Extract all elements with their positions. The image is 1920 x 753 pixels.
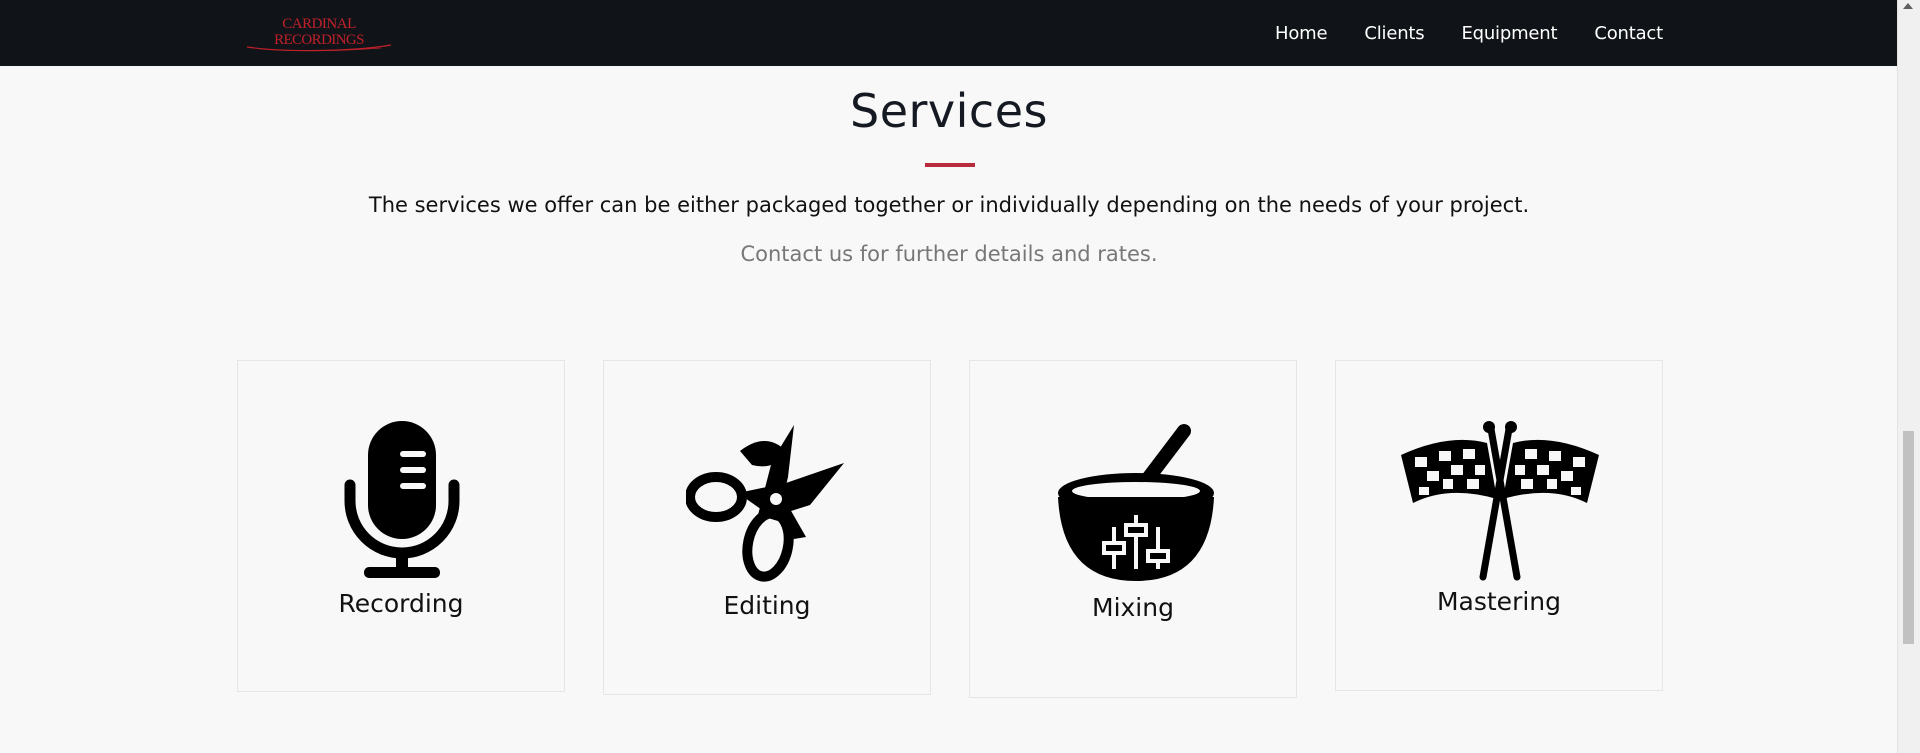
cardinal-recordings-logo[interactable]: CARDINAL RECORDINGS — [241, 14, 396, 52]
services-contact-note: Contact us for further details and rates… — [740, 242, 1158, 266]
main-nav: Home Clients Equipment Contact — [1275, 0, 1663, 66]
service-card-recording[interactable]: Recording — [237, 360, 565, 692]
card-label-mixing: Mixing — [1092, 593, 1174, 622]
card-label-recording: Recording — [338, 589, 464, 618]
services-title: Services — [850, 84, 1048, 138]
logo-line-1: CARDINAL — [282, 16, 356, 32]
checkered-flags-icon — [1401, 421, 1599, 581]
top-navbar: CARDINAL RECORDINGS Home Clients Equipme… — [0, 0, 1898, 66]
logo-line-2: RECORDINGS — [274, 32, 364, 48]
service-card-editing[interactable]: Editing — [603, 360, 931, 695]
scroll-thumb[interactable] — [1903, 431, 1914, 644]
nav-contact[interactable]: Contact — [1594, 23, 1663, 44]
scroll-up-arrow-icon[interactable] — [1903, 3, 1913, 9]
nav-clients[interactable]: Clients — [1364, 23, 1424, 44]
mixing-bowl-icon — [1058, 424, 1214, 581]
service-card-mastering[interactable]: Mastering — [1335, 360, 1663, 691]
services-intro: The services we offer can be either pack… — [368, 193, 1530, 217]
nav-home[interactable]: Home — [1275, 23, 1328, 44]
nav-equipment[interactable]: Equipment — [1461, 23, 1557, 44]
card-label-editing: Editing — [723, 591, 811, 620]
vertical-scrollbar[interactable] — [1897, 0, 1920, 753]
microphone-icon — [344, 421, 460, 578]
scissors-icon — [686, 425, 844, 582]
card-label-mastering: Mastering — [1436, 587, 1562, 616]
service-card-mixing[interactable]: Mixing — [969, 360, 1297, 698]
title-underline — [925, 163, 975, 167]
